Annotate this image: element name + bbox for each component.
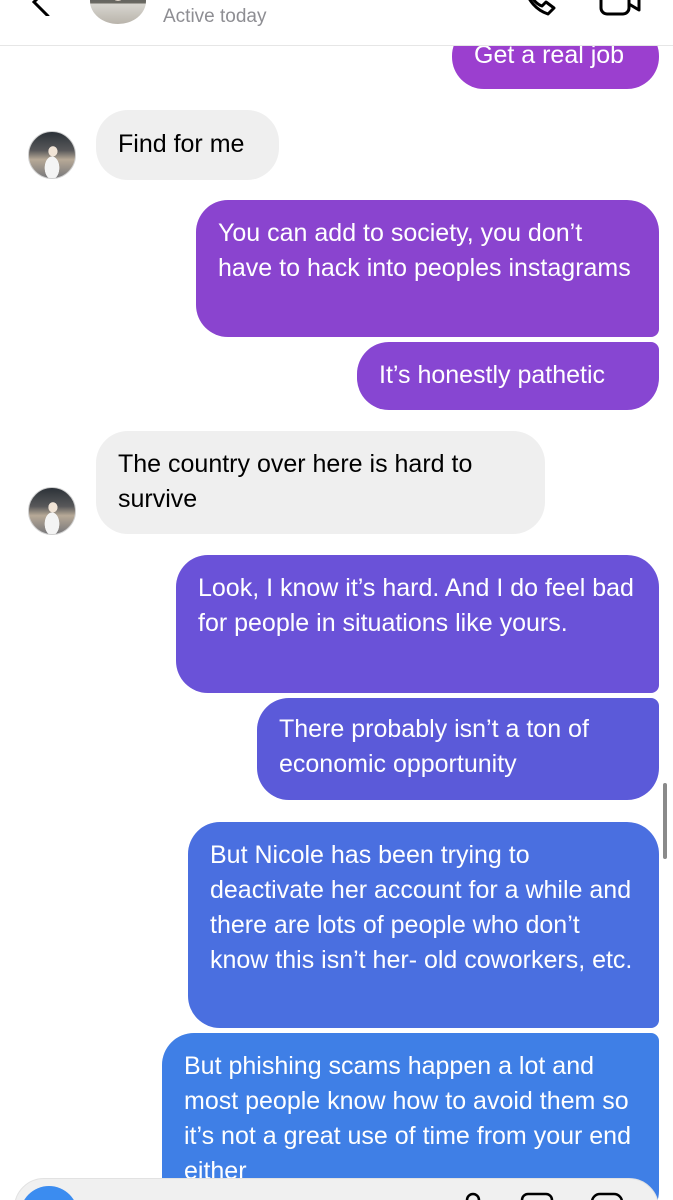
contact-avatar[interactable] [90, 0, 146, 24]
phone-call-icon[interactable] [518, 0, 558, 20]
message-bubble-outgoing[interactable]: But phishing scams happen a lot and most… [162, 1033, 659, 1200]
message-text: But Nicole has been trying to deactivate… [210, 841, 633, 974]
message-bubble-outgoing[interactable]: But Nicole has been trying to deactivate… [188, 822, 659, 1028]
gallery-icon[interactable] [520, 1192, 554, 1200]
message-text: The country over here is hard to survive [118, 450, 473, 513]
message-text: There probably isn’t a ton of economic o… [279, 715, 589, 778]
contact-avatar[interactable] [28, 487, 76, 535]
sticker-icon[interactable] [590, 1192, 624, 1200]
message-text: But phishing scams happen a lot and most… [184, 1052, 631, 1185]
message-bubble-outgoing[interactable]: There probably isn’t a ton of economic o… [257, 698, 659, 800]
active-status: Active today [163, 6, 267, 27]
message-bubble-outgoing[interactable]: You can add to society, you don’t have t… [196, 200, 659, 337]
message-text: Look, I know it’s hard. And I do feel ba… [198, 574, 634, 637]
microphone-icon[interactable] [458, 1192, 488, 1200]
message-text: You can add to society, you don’t have t… [218, 219, 631, 282]
contact-avatar[interactable] [28, 131, 76, 179]
video-call-icon[interactable] [597, 0, 643, 18]
back-arrow-icon[interactable] [26, 0, 56, 16]
message-bubble-outgoing[interactable]: It’s honestly pathetic [357, 342, 659, 410]
message-text: Find for me [118, 130, 245, 158]
chat-header: Active today [0, 0, 673, 46]
message-composer[interactable] [14, 1178, 659, 1200]
message-text: It’s honestly pathetic [379, 361, 606, 389]
message-bubble-outgoing[interactable]: Look, I know it’s hard. And I do feel ba… [176, 555, 659, 693]
message-bubble-incoming[interactable]: The country over here is hard to survive [96, 431, 545, 534]
scrollbar[interactable] [663, 783, 667, 859]
message-bubble-incoming[interactable]: Find for me [96, 110, 279, 180]
